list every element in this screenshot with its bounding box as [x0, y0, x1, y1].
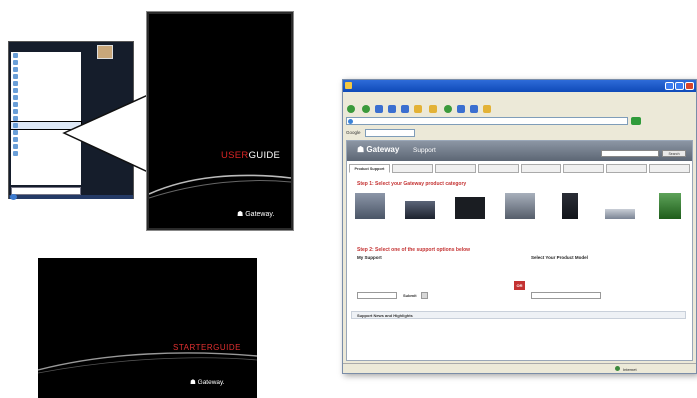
- search-icon: [414, 104, 422, 113]
- printer-icon: [470, 104, 478, 113]
- back-arrow-icon: [347, 104, 355, 113]
- tv-icon: [455, 197, 485, 219]
- section-title: Support: [413, 147, 436, 154]
- tab[interactable]: [434, 164, 476, 173]
- stop-icon: [375, 104, 383, 113]
- window-titlebar: [343, 80, 696, 92]
- web-page: ☗ Gateway Support Search Product Support…: [346, 140, 693, 361]
- refresh-icon: [388, 104, 396, 113]
- tab[interactable]: [649, 164, 690, 173]
- forward-button[interactable]: [362, 104, 370, 113]
- product-category-list: [353, 189, 687, 235]
- product-media-center[interactable]: [453, 189, 487, 235]
- server-icon: [562, 193, 578, 219]
- go-button[interactable]: [631, 117, 641, 125]
- product-guide-title: Select Your Product Model: [531, 255, 588, 260]
- maximize-button[interactable]: [675, 82, 684, 90]
- tab[interactable]: [606, 164, 648, 173]
- search-button[interactable]: [414, 104, 424, 113]
- browser-window: Google ☗ Gateway Support Search Product …: [342, 79, 697, 374]
- star-icon: [429, 104, 437, 113]
- submit-button[interactable]: Submit: [403, 292, 417, 299]
- or-badge: OR: [514, 281, 525, 290]
- security-zone: Internet: [623, 367, 637, 372]
- tab-product-support[interactable]: Product Support: [349, 164, 390, 173]
- step1-heading: Step 1: Select your Gateway product cate…: [357, 181, 467, 187]
- product-notebook[interactable]: [403, 189, 437, 235]
- ie-page-icon: [348, 119, 353, 124]
- toolbar: [343, 102, 696, 115]
- starter-guide-cover: STARTERGUIDE ☗ Gateway.: [38, 258, 257, 398]
- google-toolbar: Google: [343, 127, 696, 138]
- product-monitor[interactable]: [503, 189, 537, 235]
- menu-bar: [343, 92, 696, 101]
- serial-number-input[interactable]: [357, 292, 397, 299]
- refresh-button[interactable]: [388, 104, 396, 113]
- router-icon: [605, 209, 635, 219]
- address-input[interactable]: [346, 117, 628, 125]
- gateway-icon: ☗: [357, 145, 367, 154]
- tab[interactable]: [477, 164, 519, 173]
- gateway-icon: ☗: [190, 379, 198, 386]
- address-bar: [343, 116, 696, 126]
- product-model-select[interactable]: [531, 292, 601, 299]
- swoosh-graphic: [149, 174, 291, 199]
- home-icon: [401, 104, 409, 113]
- status-bar: Internet: [343, 363, 696, 373]
- monitor-icon: [505, 193, 535, 219]
- google-search-input[interactable]: [364, 128, 415, 137]
- ie-icon: [345, 82, 352, 89]
- stop-button[interactable]: [375, 104, 383, 113]
- globe-icon: [615, 366, 620, 371]
- starter-guide-title: STARTERGUIDE: [173, 343, 241, 352]
- close-button[interactable]: [685, 82, 694, 90]
- tab[interactable]: [391, 164, 433, 173]
- print-button[interactable]: [470, 104, 478, 113]
- google-label: Google: [346, 130, 361, 135]
- gateway-logo: ☗ Gateway.: [190, 379, 225, 386]
- folder-icon: [483, 104, 491, 113]
- folder-button[interactable]: [483, 104, 491, 113]
- my-support-title: My Support: [357, 255, 382, 260]
- minimize-button[interactable]: [665, 82, 674, 90]
- user-guide-cover: USERGUIDE ☗ Gateway.: [147, 12, 293, 230]
- tab[interactable]: [520, 164, 562, 173]
- gateway-site-logo[interactable]: ☗ Gateway: [357, 145, 399, 154]
- support-tabs: Product Support: [349, 164, 690, 173]
- mail-button[interactable]: [457, 104, 465, 113]
- user-guide-title: USERGUIDE: [221, 150, 281, 161]
- favorites-button[interactable]: [429, 104, 439, 113]
- product-desktop[interactable]: [353, 189, 387, 235]
- news-bar-title: Support News and Highlights: [357, 313, 413, 318]
- product-server[interactable]: [553, 189, 587, 235]
- site-search-button[interactable]: Search: [662, 150, 686, 157]
- step2-heading: Step 2: Select one of the support option…: [357, 247, 471, 253]
- site-search-input[interactable]: [601, 150, 659, 157]
- mail-icon: [457, 104, 465, 113]
- product-networking[interactable]: [603, 189, 637, 235]
- back-button[interactable]: [347, 104, 357, 113]
- home-button[interactable]: [401, 104, 409, 113]
- desktop-computer-icon: [355, 193, 385, 219]
- product-software[interactable]: [653, 189, 687, 235]
- history-icon: [444, 104, 452, 113]
- history-button[interactable]: [444, 104, 452, 113]
- tab[interactable]: [563, 164, 605, 173]
- gateway-logo: ☗ Gateway.: [237, 211, 275, 218]
- dropdown-arrow-icon[interactable]: [421, 292, 428, 299]
- gateway-icon: ☗: [237, 211, 246, 218]
- notebook-icon: [405, 201, 435, 219]
- forward-arrow-icon: [362, 104, 370, 113]
- software-box-icon: [659, 193, 681, 219]
